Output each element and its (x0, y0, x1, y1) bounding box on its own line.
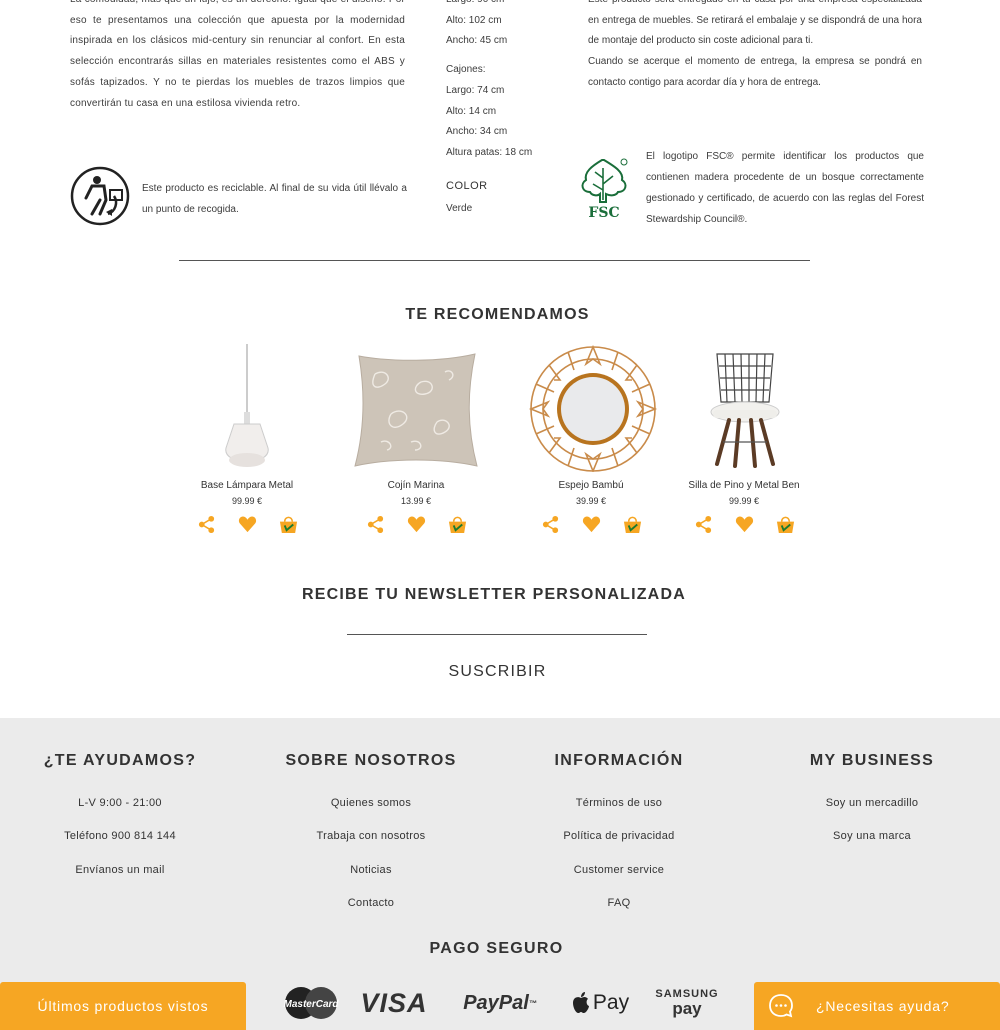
fsc-logo-text: FSC (588, 205, 619, 220)
drawer-width: Ancho: 34 cm (446, 126, 508, 138)
color-heading: COLOR (446, 180, 488, 192)
product-description: La comodidad, más que un lujo, es un der… (70, 0, 405, 109)
footer-link-market[interactable]: Soy un mercadillo (752, 787, 992, 820)
footer-column-title: SOBRE NOSOTROS (285, 752, 457, 769)
footer-link-about-us[interactable]: Quienes somos (251, 787, 491, 820)
share-icon[interactable] (197, 515, 216, 534)
product-card[interactable]: Espejo Bambú 39.99 € (516, 342, 666, 534)
share-icon[interactable] (694, 515, 713, 534)
mastercard-text: MasterCard (283, 999, 339, 1010)
footer-link-mail[interactable]: Envíanos un mail (0, 854, 240, 887)
newsletter-title: RECIBE TU NEWSLETTER PERSONALIZADA (302, 586, 686, 603)
applepay-logo: Pay (566, 983, 634, 1023)
cart-icon[interactable] (279, 515, 298, 534)
newsletter-input-line[interactable] (347, 634, 647, 635)
product-card[interactable]: Silla de Pino y Metal Ben 99.99 € (669, 342, 819, 534)
delivery-contact-paragraph: Cuando se acerque el momento de entrega,… (588, 56, 922, 88)
product-price: 99.99 € (231, 496, 263, 506)
payment-title: PAGO SEGURO (429, 940, 564, 957)
footer-column-title: MY BUSINESS (809, 752, 935, 769)
help-chat-button[interactable]: ¿Necesitas ayuda? (754, 982, 1000, 1030)
paypal-logo: PayPal ™ (463, 991, 537, 1014)
recently-viewed-button[interactable]: Últimos productos vistos (0, 982, 246, 1030)
footer-link-privacy[interactable]: Política de privacidad (499, 820, 739, 853)
share-icon[interactable] (541, 515, 560, 534)
footer-column-business: MY BUSINESS Soy un mercadillo Soy una ma… (752, 752, 992, 854)
recommendations-title: TE RECOMENDAMOS (405, 306, 590, 323)
product-price: 13.99 € (400, 496, 432, 506)
dimension-height: Alto: 102 cm (446, 14, 502, 26)
footer-column-help: ¿TE AYUDAMOS? L-V 9:00 - 21:00 Teléfono … (0, 752, 240, 887)
recycle-person-icon (70, 166, 130, 226)
heart-icon[interactable] (735, 515, 754, 534)
fsc-notice: FSC El logotipo FSC® permite identificar… (578, 146, 924, 232)
product-image-lamp[interactable] (172, 342, 322, 472)
footer-link-customer-service[interactable]: Customer service (499, 854, 739, 887)
delivery-paragraph: Este producto será entregado en tu casa … (588, 0, 922, 47)
cart-icon[interactable] (623, 515, 642, 534)
fsc-text: El logotipo FSC® permite identificar los… (646, 151, 924, 225)
footer-link-contact[interactable]: Contacto (251, 887, 491, 920)
footer-link-terms[interactable]: Términos de uso (499, 787, 739, 820)
product-info: La comodidad, más que un lujo, es un der… (0, 0, 1000, 240)
recycle-text: Este producto es reciclable. Al final de… (142, 183, 407, 215)
chat-bubble-icon (769, 994, 793, 1018)
footer-column-about: SOBRE NOSOTROS Quienes somos Trabaja con… (251, 752, 491, 920)
footer-link-brand[interactable]: Soy una marca (752, 820, 992, 853)
drawer-height: Alto: 14 cm (446, 105, 497, 117)
visa-logo: VISA (360, 987, 428, 1018)
fsc-tree-icon: FSC (581, 158, 628, 220)
footer-column-info: INFORMACIÓN Términos de uso Política de … (499, 752, 739, 920)
product-card[interactable]: Base Lámpara Metal 99.99 € (172, 342, 322, 534)
footer-column-title: ¿TE AYUDAMOS? (43, 752, 197, 769)
dimension-width: Ancho: 45 cm (446, 35, 508, 47)
footer-link-faq[interactable]: FAQ (499, 887, 739, 920)
heart-icon[interactable] (238, 515, 257, 534)
footer-link-jobs[interactable]: Trabaja con nosotros (251, 820, 491, 853)
mastercard-logo: MasterCard (280, 983, 342, 1023)
footer-column-title: INFORMACIÓN (554, 752, 684, 769)
delivery-info: Este producto será entregado en tu casa … (588, 0, 922, 94)
footer-link-hours: L-V 9:00 - 21:00 (78, 797, 162, 809)
cart-icon[interactable] (448, 515, 467, 534)
heart-icon[interactable] (407, 515, 426, 534)
product-name[interactable]: Base Lámpara Metal (172, 480, 322, 491)
product-name[interactable]: Silla de Pino y Metal Ben (669, 480, 819, 491)
footer-link-phone[interactable]: Teléfono 900 814 144 (0, 820, 240, 853)
apple-icon (572, 992, 589, 1013)
recycle-notice: Este producto es reciclable. Al final de… (70, 166, 410, 228)
help-chat-label: ¿Necesitas ayuda? (816, 998, 950, 1014)
product-image-cushion[interactable] (341, 342, 491, 472)
dimension-length: Largo: 90 cm (446, 0, 576, 11)
product-dimensions: Largo: 90 cm Alto: 102 cm Ancho: 45 cm C… (446, 0, 576, 164)
footer-link-news[interactable]: Noticias (251, 854, 491, 887)
product-price: 39.99 € (575, 496, 607, 506)
product-image-mirror[interactable] (516, 342, 666, 474)
product-card[interactable]: Cojín Marina 13.99 € (341, 342, 491, 534)
drawer-length: Largo: 74 cm (446, 84, 505, 96)
applepay-text: Pay (592, 991, 630, 1014)
product-price: 99.99 € (728, 496, 760, 506)
drawers-label: Cajones: (446, 64, 486, 76)
paypal-text: PayPal (463, 991, 529, 1014)
subscribe-button[interactable]: SUSCRIBIR (0, 663, 995, 681)
heart-icon[interactable] (582, 515, 601, 534)
cart-icon[interactable] (776, 515, 795, 534)
share-icon[interactable] (366, 515, 385, 534)
leg-height: Altura patas: 18 cm (446, 146, 533, 158)
samsungpay-text: pay (672, 999, 702, 1018)
color-value: Verde (446, 203, 473, 214)
product-name[interactable]: Espejo Bambú (516, 480, 666, 491)
product-name[interactable]: Cojín Marina (341, 480, 491, 491)
samsungpay-logo: SAMSUNG pay (652, 983, 722, 1023)
product-image-chair[interactable] (669, 342, 819, 472)
section-divider (179, 260, 810, 261)
